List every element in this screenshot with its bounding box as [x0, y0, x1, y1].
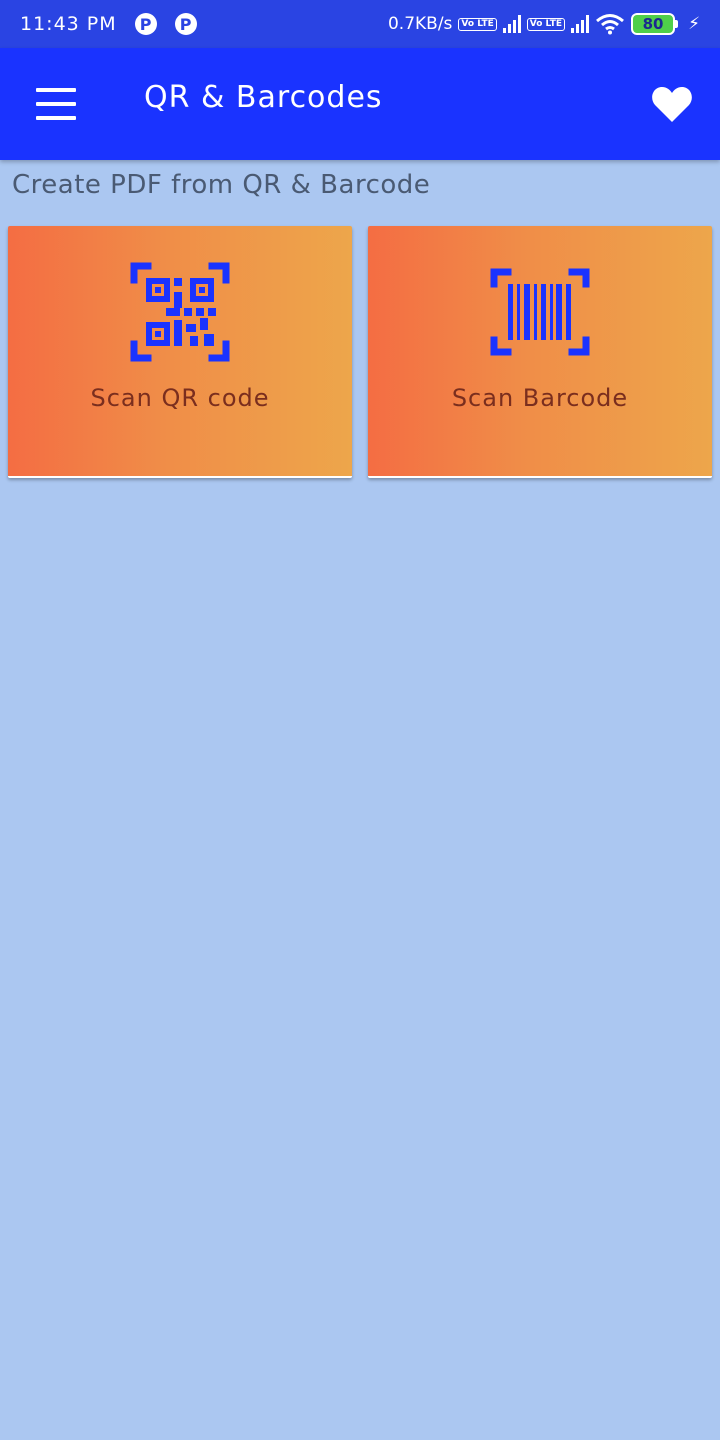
battery-level: 80 [631, 13, 676, 35]
network-speed: 0.7KB/s [387, 14, 453, 34]
barcode-scan-icon [490, 268, 590, 356]
app-bar: QR & Barcodes [0, 48, 720, 160]
scan-barcode-card[interactable]: Scan Barcode [368, 226, 712, 478]
signal-icon-2 [571, 15, 590, 33]
status-time: 11:43 PM [20, 13, 117, 35]
volte-icon: Vo LTE [458, 17, 497, 31]
scan-qr-label: Scan QR code [90, 384, 270, 412]
volte-icon-2: Vo LTE [526, 17, 566, 31]
heart-icon[interactable] [650, 82, 694, 126]
parking-notification-icon-2: P [174, 13, 197, 35]
page-subtitle: Create PDF from QR & Barcode [12, 170, 431, 200]
wifi-icon [596, 14, 625, 35]
signal-icon [502, 15, 521, 33]
status-bar: 11:43 PM P P 0.7KB/s Vo LTE Vo LTE 80 ⚡ [0, 0, 720, 48]
status-right: 0.7KB/s Vo LTE Vo LTE 80 ⚡ [388, 13, 700, 35]
parking-notification-icon: P [134, 13, 157, 35]
scan-barcode-label: Scan Barcode [451, 384, 629, 412]
app-title: QR & Barcodes [144, 80, 383, 115]
status-left: 11:43 PM P P [20, 13, 197, 35]
charging-icon: ⚡ [688, 14, 700, 34]
battery-icon: 80 [631, 13, 679, 35]
qr-code-scan-icon [130, 262, 230, 362]
hamburger-menu-icon[interactable] [36, 88, 76, 120]
scan-qr-card[interactable]: Scan QR code [8, 226, 352, 478]
